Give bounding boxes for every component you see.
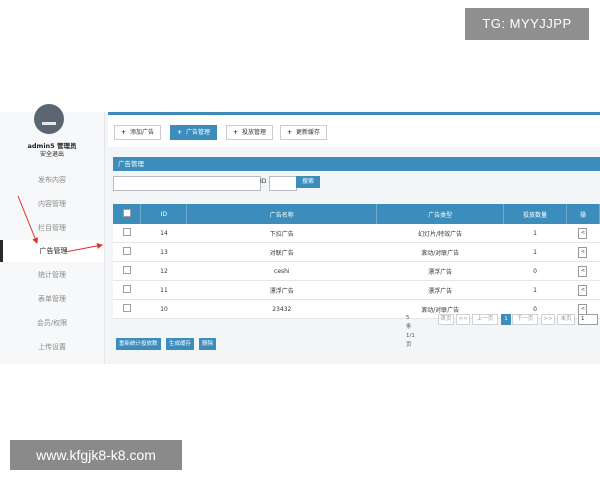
add-ad-button[interactable]: + 添加广告	[114, 125, 162, 140]
cell-action: <	[566, 224, 600, 243]
table-row: 13 对联广告 滚动/对联广告 1 <	[113, 242, 600, 262]
placement-manage-button[interactable]: + 投放管理	[226, 125, 274, 140]
sidebar-item-content[interactable]: 内容管理	[0, 193, 104, 215]
recount-button[interactable]: 重新统计投放数	[116, 338, 161, 350]
table-header-row: ID 广告名称 广告类型 投放数量 操	[113, 204, 600, 224]
plus-icon: +	[121, 129, 127, 136]
column-header[interactable]: ID	[140, 204, 188, 224]
action-button[interactable]: <	[578, 265, 588, 277]
delete-button[interactable]: 删除	[199, 338, 217, 350]
update-cache-label: 更新缓存	[296, 129, 321, 136]
table-row: 11 漂浮广告 漂浮广告 1 <	[113, 280, 600, 300]
column-header[interactable]: 广告类型	[376, 204, 505, 224]
row-select[interactable]	[113, 242, 141, 262]
avatar	[34, 104, 64, 134]
row-select[interactable]	[113, 280, 141, 300]
plus-icon: +	[177, 129, 183, 136]
table-row: 12 ceshi 漂浮广告 0 <	[113, 261, 600, 281]
next-arrow-button[interactable]: >>	[541, 314, 555, 325]
action-button[interactable]: <	[578, 303, 588, 315]
sidebar: admin5 管理员 安全退出 发布内容 内容管理 栏目管理 广告管理 统计管理…	[0, 104, 105, 364]
cell-name: 23432	[186, 299, 377, 319]
cell-id: 13	[140, 242, 187, 262]
sidebar-item-ads[interactable]: 广告管理	[0, 240, 104, 262]
first-page-button[interactable]: 首页	[438, 314, 454, 325]
row-checkbox[interactable]	[122, 266, 131, 274]
watermark-bottom: www.kfgjk8-k8.com	[10, 440, 182, 470]
cell-count: 1	[503, 280, 567, 300]
next-page-button[interactable]: 下一页	[512, 314, 538, 325]
cell-name: 漂浮广告	[186, 280, 377, 300]
row-checkbox[interactable]	[122, 247, 131, 255]
panel-title: 广告管理	[113, 157, 600, 171]
cell-id: 14	[140, 224, 187, 243]
current-page[interactable]: 1	[501, 314, 511, 325]
cell-count: 0	[503, 261, 567, 281]
action-button[interactable]: <	[578, 284, 588, 296]
sidebar-item-columns[interactable]: 栏目管理	[0, 217, 104, 239]
cell-id: 10	[140, 299, 187, 319]
main-content: + 添加广告 + 广告管理 + 投放管理 + 更新缓存 广告管理 ID 搜索 I…	[108, 112, 600, 364]
admin-app: admin5 管理员 安全退出 发布内容 内容管理 栏目管理 广告管理 统计管理…	[0, 104, 600, 364]
ads-table: ID 广告名称 广告类型 投放数量 操 14 下拉广告 幻灯片/特效广告 1 <	[113, 204, 600, 319]
cell-action: <	[566, 280, 600, 300]
table-row: 14 下拉广告 幻灯片/特效广告 1 <	[113, 224, 600, 243]
sidebar-item-forms[interactable]: 表单管理	[0, 288, 104, 310]
row-checkbox[interactable]	[122, 285, 131, 293]
select-all-checkbox[interactable]	[122, 209, 131, 217]
cell-type: 漂浮广告	[376, 280, 504, 300]
pager-summary: 5条 1/1页	[406, 315, 415, 348]
column-header[interactable]: 广告名称	[186, 204, 378, 224]
action-button[interactable]: <	[578, 246, 588, 258]
row-select[interactable]	[113, 299, 141, 319]
add-ad-label: 添加广告	[130, 129, 155, 136]
toolbar: + 添加广告 + 广告管理 + 投放管理 + 更新缓存	[108, 112, 600, 147]
sidebar-item-stats[interactable]: 统计管理	[0, 264, 104, 286]
keyword-input[interactable]	[113, 176, 261, 191]
last-page-button[interactable]: 末页	[557, 314, 575, 325]
cell-count: 1	[503, 224, 567, 243]
page-jump-input[interactable]: 1	[578, 314, 598, 325]
plus-icon: +	[287, 129, 293, 136]
ad-manage-label: 广告管理	[186, 129, 211, 136]
row-checkbox[interactable]	[122, 304, 131, 312]
column-header: 操	[566, 204, 600, 224]
row-checkbox[interactable]	[122, 228, 131, 236]
select-all-header[interactable]	[113, 204, 142, 224]
cell-action: <	[566, 261, 600, 281]
update-cache-button[interactable]: + 更新缓存	[280, 125, 328, 140]
logout-link[interactable]: 安全退出	[0, 149, 104, 158]
cell-name: 下拉广告	[186, 224, 377, 243]
watermark-top: TG: MYYJJPP	[465, 8, 589, 40]
search-button[interactable]: 搜索	[296, 176, 320, 188]
cell-id: 11	[140, 280, 187, 300]
id-label: ID	[260, 178, 267, 185]
generate-cache-button[interactable]: 生成缓存	[166, 338, 195, 350]
column-header[interactable]: 投放数量	[503, 204, 567, 224]
plus-icon: +	[233, 129, 239, 136]
id-input[interactable]	[269, 176, 297, 191]
cell-type: 滚动/对联广告	[376, 242, 504, 262]
cell-id: 12	[140, 261, 187, 281]
prev-page-button[interactable]: 上一页	[472, 314, 498, 325]
sidebar-item-upload[interactable]: 上传设置	[0, 336, 104, 358]
cell-type: 漂浮广告	[376, 261, 504, 281]
cell-count: 1	[503, 242, 567, 262]
prev-arrow-button[interactable]: <<	[456, 314, 470, 325]
row-select[interactable]	[113, 261, 141, 281]
placement-manage-label: 投放管理	[242, 129, 267, 136]
ad-manage-button[interactable]: + 广告管理	[170, 125, 218, 140]
cell-action: <	[566, 242, 600, 262]
row-select[interactable]	[113, 224, 141, 243]
sidebar-item-members[interactable]: 会员/权限	[0, 312, 104, 334]
cell-name: 对联广告	[186, 242, 377, 262]
cell-type: 幻灯片/特效广告	[376, 224, 504, 243]
cell-name: ceshi	[186, 261, 377, 281]
action-button[interactable]: <	[578, 227, 588, 239]
sidebar-item-publish[interactable]: 发布内容	[0, 169, 104, 191]
